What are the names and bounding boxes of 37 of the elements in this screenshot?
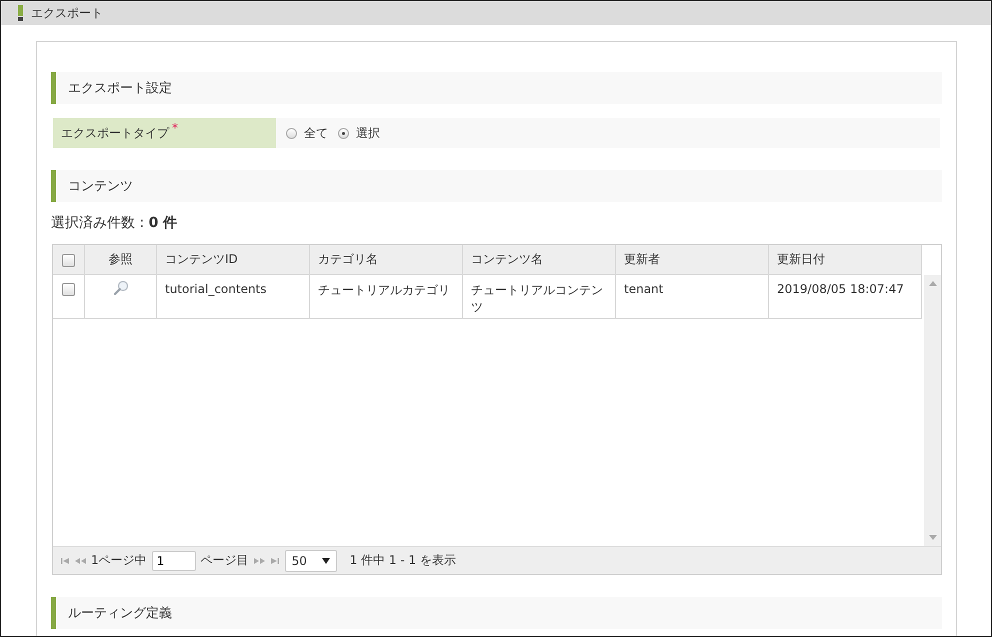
section-header: エクスポート設定 — [51, 72, 942, 104]
checkbox[interactable] — [62, 283, 75, 296]
column-header[interactable]: 更新者 — [616, 245, 768, 274]
section-header: ルーティング定義 — [51, 597, 942, 629]
next-page-icon[interactable] — [254, 558, 265, 564]
previous-page-icon[interactable] — [75, 558, 86, 564]
column-header[interactable]: コンテンツ名 — [462, 245, 616, 274]
page-suffix-text: ページ目 — [200, 552, 249, 569]
last-page-icon[interactable] — [270, 558, 280, 564]
page-size-select[interactable]: 50 — [284, 550, 337, 572]
required-mark: * — [172, 122, 178, 134]
table-cell: 2019/08/05 18:07:47 — [768, 274, 922, 318]
record-summary: 1 件中 1 - 1 を表示 — [350, 552, 456, 569]
selected-count: 選択済み件数 : 0 件 — [51, 214, 178, 233]
table-cell: tenant — [616, 274, 768, 318]
column-header[interactable]: カテゴリ名 — [310, 245, 462, 274]
column-header[interactable]: 更新日付 — [768, 245, 922, 274]
checkbox[interactable] — [62, 254, 75, 267]
radio-option[interactable]: 選択 — [338, 124, 380, 142]
section-header: コンテンツ — [51, 170, 942, 202]
column-header[interactable]: コンテンツID — [156, 245, 310, 274]
dropdown-icon — [322, 558, 330, 564]
window-title: エクスポート — [31, 4, 103, 22]
page-number-field[interactable]: 1 — [152, 550, 196, 570]
table-cell: チュートリアルコンテンツ — [462, 274, 616, 318]
table-cell: tutorial_contents — [156, 274, 310, 318]
magnifier-icon[interactable] — [112, 280, 128, 296]
form-label: エクスポートタイプ — [61, 124, 169, 142]
page-count-text: 1ページ中 — [91, 552, 147, 569]
column-header[interactable]: 参照 — [84, 245, 156, 274]
table-cell: チュートリアルカテゴリ — [310, 274, 462, 318]
radio-option[interactable]: 全て — [286, 124, 328, 142]
first-page-icon[interactable] — [60, 558, 70, 564]
scrollbar[interactable] — [924, 275, 941, 546]
bar-icon — [18, 5, 23, 21]
scroll-down-icon[interactable] — [928, 535, 936, 540]
scroll-up-icon[interactable] — [928, 281, 936, 286]
